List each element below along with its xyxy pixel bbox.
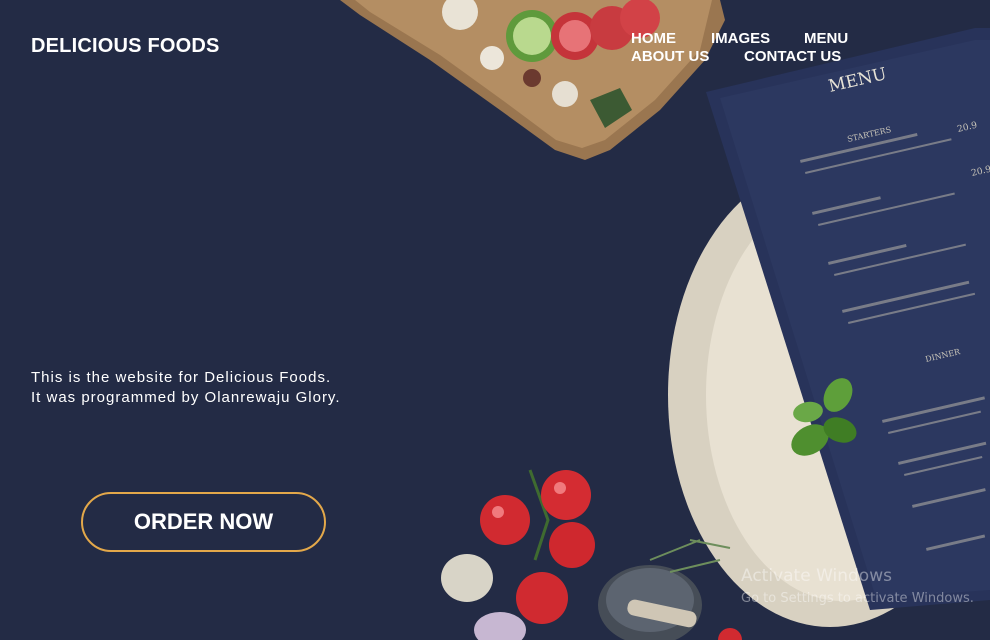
menu-card-price-1: 20.9 xyxy=(956,121,978,135)
brand-logo-text[interactable]: DELICIOUS FOODS xyxy=(31,35,220,58)
nav-link-images[interactable]: IMAGES xyxy=(711,30,770,47)
menu-card-title: MENU xyxy=(827,64,889,97)
order-now-button[interactable]: ORDER NOW xyxy=(81,492,326,552)
nav-link-menu[interactable]: MENU xyxy=(804,30,848,47)
page: MENU STARTERS 20.9 20.9 DINNER DELICIOUS… xyxy=(0,0,990,640)
hero-description-line-2: It was programmed by Olanrewaju Glory. xyxy=(31,389,341,406)
nav-link-contact-us[interactable]: CONTACT US xyxy=(744,48,841,65)
menu-card-item-lines xyxy=(800,133,987,551)
activate-windows-watermark: Activate Windows Go to Settings to activ… xyxy=(741,566,974,606)
menu-card-price-2: 20.9 xyxy=(970,165,990,179)
watermark-title: Activate Windows xyxy=(741,566,892,586)
nav-link-about-us[interactable]: ABOUT US xyxy=(631,48,709,65)
watermark-subtitle: Go to Settings to activate Windows. xyxy=(741,591,974,606)
nav-link-home[interactable]: HOME xyxy=(631,30,676,47)
hero-description: This is the website for Delicious Foods.… xyxy=(31,368,341,408)
menu-card-dinner: DINNER xyxy=(924,347,962,364)
hero-description-line-1: This is the website for Delicious Foods. xyxy=(31,369,332,386)
